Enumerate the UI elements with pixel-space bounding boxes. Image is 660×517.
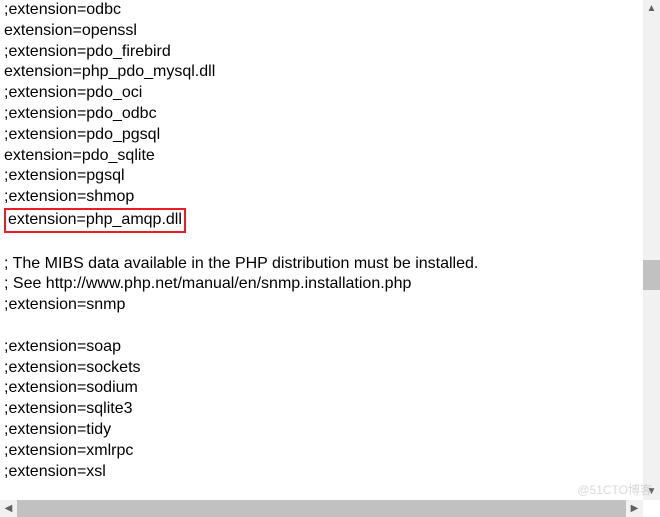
config-line: ;extension=sqlite3: [4, 399, 636, 420]
vertical-scrollbar[interactable]: ▲ ▼: [643, 0, 660, 500]
comment-line: ; The MIBS data available in the PHP dis…: [4, 254, 636, 275]
config-line: ;extension=xmlrpc: [4, 441, 636, 462]
arrow-up-icon: ▲: [647, 4, 657, 14]
config-line: extension=pdo_sqlite: [4, 146, 636, 167]
highlighted-config-line: extension=php_amqp.dll: [4, 208, 186, 233]
config-line: ;extension=pdo_odbc: [4, 104, 636, 125]
vertical-scroll-thumb[interactable]: [643, 260, 660, 290]
horizontal-scrollbar[interactable]: ◀ ▶: [0, 500, 643, 517]
blank-line: [4, 233, 636, 254]
config-line: extension=php_pdo_mysql.dll: [4, 62, 636, 83]
config-text-area: ;extension=odbc extension=openssl ;exten…: [0, 0, 640, 497]
scroll-left-button[interactable]: ◀: [0, 500, 17, 517]
comment-line: ; See http://www.php.net/manual/en/snmp.…: [4, 274, 636, 295]
config-line: extension=openssl: [4, 21, 636, 42]
config-line: ;extension=pgsql: [4, 166, 636, 187]
config-line: ;extension=snmp: [4, 295, 636, 316]
scroll-up-button[interactable]: ▲: [643, 0, 660, 17]
scroll-right-button[interactable]: ▶: [626, 500, 643, 517]
config-line: ;extension=odbc: [4, 0, 636, 21]
config-line: ;extension=pdo_firebird: [4, 42, 636, 63]
config-line: ;extension=sockets: [4, 358, 636, 379]
blank-line: [4, 316, 636, 337]
horizontal-scroll-thumb[interactable]: [17, 500, 627, 517]
config-line: ;extension=soap: [4, 337, 636, 358]
config-line: ;extension=pdo_pgsql: [4, 125, 636, 146]
config-line: ;extension=shmop: [4, 187, 636, 208]
config-line: ;extension=sodium: [4, 378, 636, 399]
config-line: ;extension=tidy: [4, 420, 636, 441]
config-line: ;extension=pdo_oci: [4, 83, 636, 104]
arrow-right-icon: ▶: [631, 504, 639, 514]
config-line: ;extension=xsl: [4, 462, 636, 483]
arrow-left-icon: ◀: [5, 504, 13, 514]
watermark: @51CTO博客: [577, 483, 652, 499]
